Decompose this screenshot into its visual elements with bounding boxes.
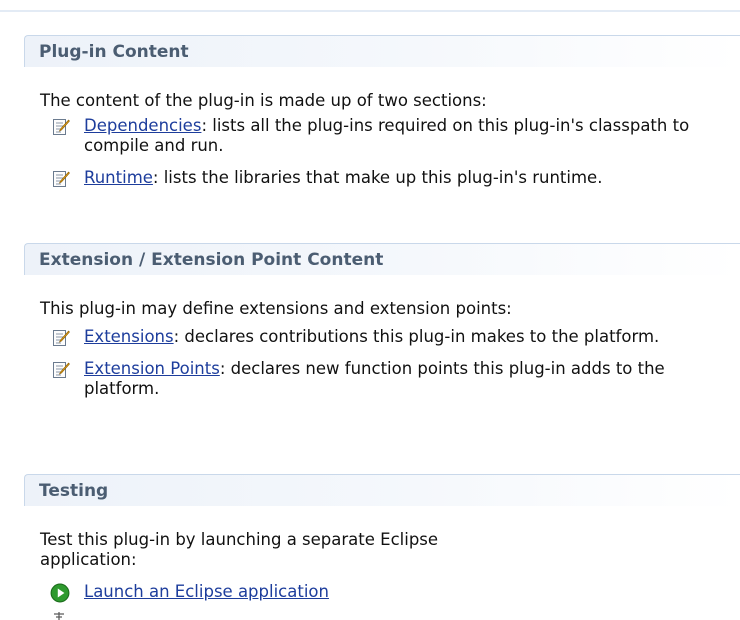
section-title: Plug-in Content xyxy=(24,35,740,67)
extensions-link[interactable]: Extensions xyxy=(84,327,174,346)
section-intro: This plug-in may define extensions and e… xyxy=(40,299,512,318)
list-item-runtime: Runtime: lists the libraries that make u… xyxy=(40,168,740,188)
extension-points-link[interactable]: Extension Points xyxy=(84,359,220,378)
list-item-dependencies: Dependencies: lists all the plug-ins req… xyxy=(40,116,740,156)
section-title: Extension / Extension Point Content xyxy=(24,243,740,275)
section-plugin-content: Plug-in Content The content of the plug-… xyxy=(24,35,740,188)
section-title: Testing xyxy=(24,474,740,506)
top-strip xyxy=(0,0,740,12)
launch-eclipse-application-link[interactable]: Launch an Eclipse application xyxy=(84,582,329,601)
page-edit-icon xyxy=(53,171,70,187)
section-intro: The content of the plug-in is made up of… xyxy=(40,91,487,110)
section-testing: Testing Test this plug-in by launching a… xyxy=(24,474,740,603)
section-body: The content of the plug-in is made up of… xyxy=(24,91,740,188)
page-edit-icon xyxy=(53,330,70,346)
list-item-extension-points: Extension Points: declares new function … xyxy=(40,359,740,399)
section-body: Test this plug-in by launching a separat… xyxy=(24,530,510,603)
section-intro: Test this plug-in by launching a separat… xyxy=(40,530,439,569)
run-icon[interactable] xyxy=(50,583,70,603)
extensions-description: : declares contributions this plug-in ma… xyxy=(173,327,660,346)
section-extension-content: Extension / Extension Point Content This… xyxy=(24,243,740,399)
runtime-link[interactable]: Runtime xyxy=(84,168,153,187)
page-edit-icon xyxy=(53,119,70,135)
runtime-description: : lists the libraries that make up this … xyxy=(152,168,603,187)
list-item-launch: Launch an Eclipse application xyxy=(40,582,510,603)
page-edit-icon xyxy=(53,362,70,378)
dependencies-link[interactable]: Dependencies xyxy=(84,116,201,135)
debug-icon xyxy=(54,612,64,620)
list-item-extensions: Extensions: declares contributions this … xyxy=(40,327,740,347)
section-body: This plug-in may define extensions and e… xyxy=(24,299,740,399)
